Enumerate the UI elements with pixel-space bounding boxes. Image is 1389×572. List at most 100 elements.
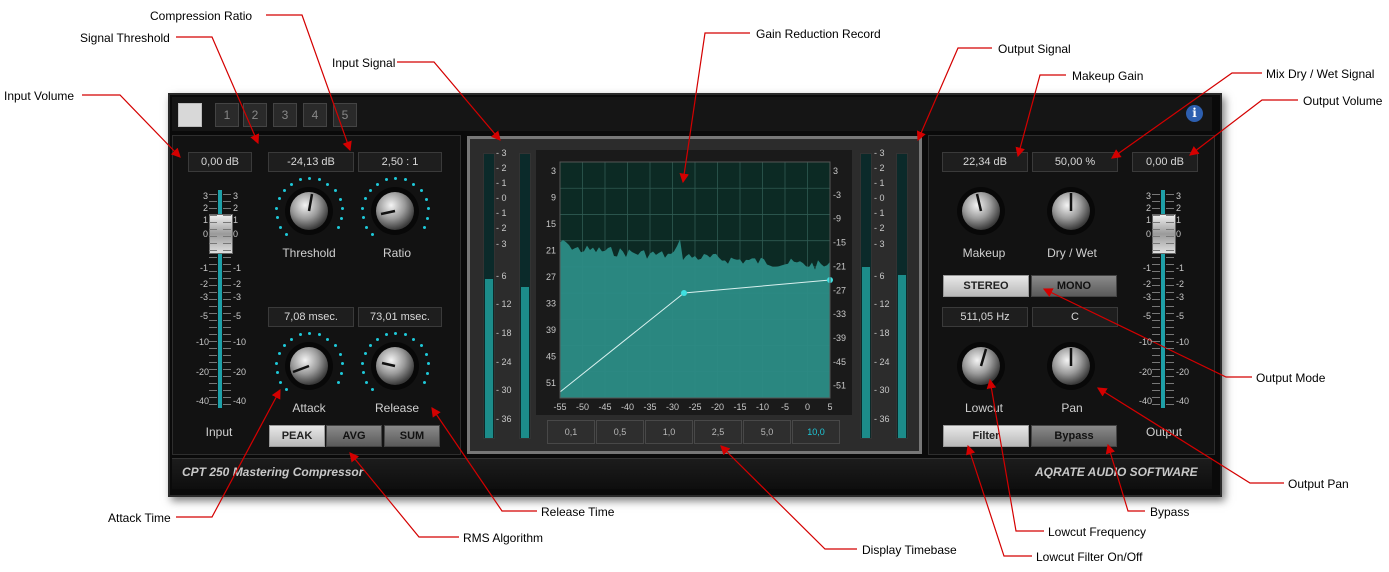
output-fader-tick: [1152, 390, 1160, 391]
output-fader-tick: [1166, 334, 1174, 335]
output-meter-tick: - 36: [874, 414, 890, 424]
input-fader-tick: [209, 320, 217, 321]
input-fader-tick: [223, 271, 231, 272]
output-fader-tick: [1166, 376, 1174, 377]
output-scale-tick: 3: [1176, 191, 1182, 201]
output-scale-tick: -5: [1176, 311, 1185, 321]
input-fader-tick: [209, 341, 217, 342]
annotation-input-volume: Input Volume: [4, 89, 75, 103]
output-scale-tick: -40: [1139, 396, 1153, 406]
output-fader-tick: [1152, 257, 1160, 258]
arrow-display-timebase: [720, 445, 857, 550]
input-meter-tick: - 2: [496, 223, 507, 233]
annotation-input-signal: Input Signal: [332, 56, 396, 70]
input-scale-tick: -20: [233, 367, 247, 377]
output-fader-tick: [1166, 404, 1174, 405]
input-fader-tick: [223, 222, 231, 223]
input-fader-tick: [223, 194, 231, 195]
input-fader-tick: [209, 327, 217, 328]
input-fader-tick: [209, 292, 217, 293]
output-fader-tick: [1166, 250, 1174, 251]
output-fader-tick: [1166, 306, 1174, 307]
input-scale-tick: 0: [233, 229, 239, 239]
output-scale-tick: 2: [1176, 203, 1182, 213]
input-meter-tick: - 3: [496, 148, 507, 158]
input-fader-tick: [209, 278, 217, 279]
annotation-gain-reduction-record: Gain Reduction Record: [756, 27, 881, 41]
output-fader-tick: [1152, 285, 1160, 286]
annotation-rms-algorithm: RMS Algorithm: [463, 531, 544, 545]
arrow-compression-ratio: [266, 14, 352, 152]
output-scale-tick: 1: [1145, 215, 1151, 225]
annotation-output-pan: Output Pan: [1288, 477, 1349, 491]
input-scale-tick: -2: [199, 279, 208, 289]
output-fader-tick: [1166, 201, 1174, 202]
input-scale-tick: 2: [202, 203, 208, 213]
input-fader-tick: [223, 383, 231, 384]
output-fader-tick: [1152, 376, 1160, 377]
output-meter-tick: - 24: [874, 357, 890, 367]
output-fader-tick: [1166, 257, 1174, 258]
output-fader-tick: [1152, 250, 1160, 251]
output-fader-tick: [1166, 383, 1174, 384]
output-fader-tick: [1152, 313, 1160, 314]
annotation-lowcut-frequency: Lowcut Frequency: [1048, 525, 1147, 539]
input-fader-tick: [209, 194, 217, 195]
input-fader-tick: [223, 201, 231, 202]
arrow-input-signal: [397, 61, 501, 141]
output-meter-tick: - 1: [874, 208, 885, 218]
output-fader-tick: [1166, 194, 1174, 195]
input-scale-tick: -40: [196, 396, 210, 406]
output-fader-tick: [1152, 334, 1160, 335]
output-fader-tick: [1166, 362, 1174, 363]
annotation-output-signal: Output Signal: [998, 42, 1071, 56]
input-fader-tick: [209, 376, 217, 377]
output-fader-tick: [1166, 243, 1174, 244]
input-fader-tick: [223, 397, 231, 398]
arrow-lowcut-filter-onoff: [966, 444, 1032, 557]
annotation-display-timebase: Display Timebase: [862, 543, 957, 557]
input-fader-tick: [223, 320, 231, 321]
input-fader-tick: [209, 201, 217, 202]
input-fader-tick: [223, 348, 231, 349]
input-fader-tick: [209, 215, 217, 216]
input-fader-tick: [223, 257, 231, 258]
annotation-lowcut-filter-onoff: Lowcut Filter On/Off: [1036, 550, 1143, 564]
input-fader-tick: [223, 362, 231, 363]
input-fader-tick: [223, 243, 231, 244]
output-meter-tick: - 2: [874, 223, 885, 233]
input-meter-tick: - 36: [496, 414, 512, 424]
input-scale-tick: -10: [233, 337, 247, 347]
output-fader-tick: [1166, 208, 1174, 209]
output-fader-tick: [1166, 320, 1174, 321]
annotation-output-volume: Output Volume: [1303, 94, 1383, 108]
input-fader-tick: [223, 327, 231, 328]
input-fader-tick: [209, 236, 217, 237]
input-fader-tick: [223, 334, 231, 335]
input-fader-tick: [223, 341, 231, 342]
output-fader-tick: [1152, 327, 1160, 328]
output-meter-tick: - 0: [874, 193, 885, 203]
output-fader-tick: [1166, 236, 1174, 237]
output-fader-tick: [1166, 341, 1174, 342]
arrow-output-volume: [1189, 99, 1298, 156]
arrow-input-volume: [82, 94, 181, 158]
output-fader-tick: [1166, 285, 1174, 286]
output-scale-tick: 0: [1176, 229, 1182, 239]
input-fader-tick: [223, 306, 231, 307]
input-scale-tick: 3: [233, 191, 239, 201]
output-fader-tick: [1152, 341, 1160, 342]
input-fader-tick: [223, 390, 231, 391]
output-fader-tick: [1152, 222, 1160, 223]
input-fader-tick: [209, 264, 217, 265]
output-fader-tick: [1152, 362, 1160, 363]
input-fader-tick: [223, 313, 231, 314]
annotation-bypass: Bypass: [1150, 505, 1190, 519]
output-fader-tick: [1152, 369, 1160, 370]
output-fader-tick: [1166, 299, 1174, 300]
input-meter-tick: - 12: [496, 299, 512, 309]
input-fader-tick: [209, 285, 217, 286]
output-fader-tick: [1152, 201, 1160, 202]
output-fader-tick: [1166, 348, 1174, 349]
input-fader-tick: [223, 250, 231, 251]
